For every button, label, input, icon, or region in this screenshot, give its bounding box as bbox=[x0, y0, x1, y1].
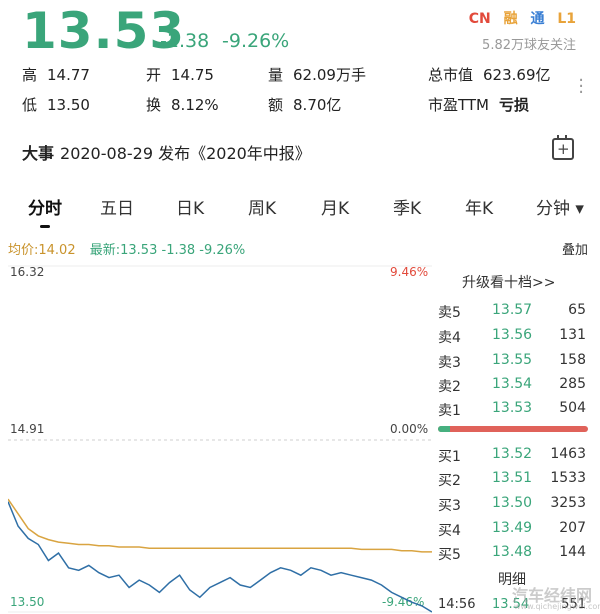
legend-change: -1.38 bbox=[161, 243, 196, 258]
bid-row: 买4 13.49 207 bbox=[438, 520, 586, 539]
bid-row: 买1 13.52 1463 bbox=[438, 446, 586, 465]
tab-minute[interactable]: 分钟 ▾ bbox=[536, 194, 584, 219]
bid-row: 买3 13.50 3253 bbox=[438, 495, 586, 514]
tag-level1: L1 bbox=[557, 11, 576, 27]
ask-row: 卖5 13.57 65 bbox=[438, 302, 586, 321]
stat-low: 低 13.50 bbox=[22, 96, 90, 114]
tag-margin: 融 bbox=[503, 11, 518, 27]
tab-year-k[interactable]: 年K bbox=[465, 194, 493, 219]
event-label: 大事 bbox=[22, 144, 55, 163]
bid-row: 买2 13.51 1533 bbox=[438, 470, 586, 489]
ask-row: 卖2 13.54 285 bbox=[438, 376, 586, 395]
price-line bbox=[8, 501, 432, 613]
major-event[interactable]: 大事 2020-08-29 发布《2020年中报》 bbox=[22, 140, 311, 164]
followers-count[interactable]: 5.82万球友关注 bbox=[482, 34, 576, 53]
stat-open: 开 14.75 bbox=[146, 66, 214, 84]
legend-change-pct: -9.26% bbox=[199, 243, 246, 258]
legend-latest: 最新:13.53 bbox=[89, 243, 158, 258]
average-line bbox=[8, 498, 432, 553]
bid-ask-ratio-bar bbox=[438, 426, 588, 432]
tab-intraday[interactable]: 分时 bbox=[28, 194, 62, 219]
ask-row: 卖1 13.53 504 bbox=[438, 400, 586, 419]
overlay-button[interactable]: 叠加 bbox=[562, 239, 588, 258]
chart-legend: 均价:14.02 最新:13.53 -1.38 -9.26% bbox=[8, 239, 245, 258]
market-tags: CN 融 通 L1 bbox=[461, 8, 576, 28]
stat-market-cap: 总市值 623.69亿 bbox=[428, 66, 551, 84]
price-change: -1.38 bbox=[160, 30, 210, 52]
event-text: 2020-08-29 发布《2020年中报》 bbox=[60, 144, 311, 163]
bid-row: 买5 13.48 144 bbox=[438, 544, 586, 563]
upgrade-ten-level-link[interactable]: 升级看十档>> bbox=[462, 272, 555, 292]
chart-period-tabs: 分时 五日 日K 周K 月K 季K 年K 分钟 ▾ bbox=[0, 194, 600, 222]
ask-row: 卖4 13.56 131 bbox=[438, 327, 586, 346]
calendar-add-icon[interactable]: + bbox=[552, 135, 574, 160]
stat-amount: 额 8.70亿 bbox=[268, 96, 342, 114]
stat-volume: 量 62.09万手 bbox=[268, 66, 366, 84]
tab-day-k[interactable]: 日K bbox=[176, 194, 204, 219]
tab-week-k[interactable]: 周K bbox=[248, 194, 276, 219]
watermark-url: www.qichejingwei.com bbox=[514, 602, 600, 611]
ask-row: 卖3 13.55 158 bbox=[438, 352, 586, 371]
tag-cn: CN bbox=[468, 11, 491, 27]
intraday-chart[interactable] bbox=[8, 262, 432, 614]
tag-connect: 通 bbox=[530, 11, 545, 27]
legend-average: 均价:14.02 bbox=[8, 243, 76, 258]
active-tab-indicator bbox=[40, 225, 50, 228]
trade-time: 14:56 bbox=[438, 597, 476, 612]
tab-five-day[interactable]: 五日 bbox=[100, 194, 134, 219]
tab-quarter-k[interactable]: 季K bbox=[393, 194, 421, 219]
stat-turnover: 换 8.12% bbox=[146, 96, 219, 114]
more-stats-icon[interactable]: · · · bbox=[578, 72, 584, 102]
stat-pe: 市盈TTM 亏损 bbox=[428, 96, 530, 114]
stat-high: 高 14.77 bbox=[22, 66, 90, 84]
price-change-pct: -9.26% bbox=[222, 30, 290, 52]
tab-month-k[interactable]: 月K bbox=[321, 194, 349, 219]
